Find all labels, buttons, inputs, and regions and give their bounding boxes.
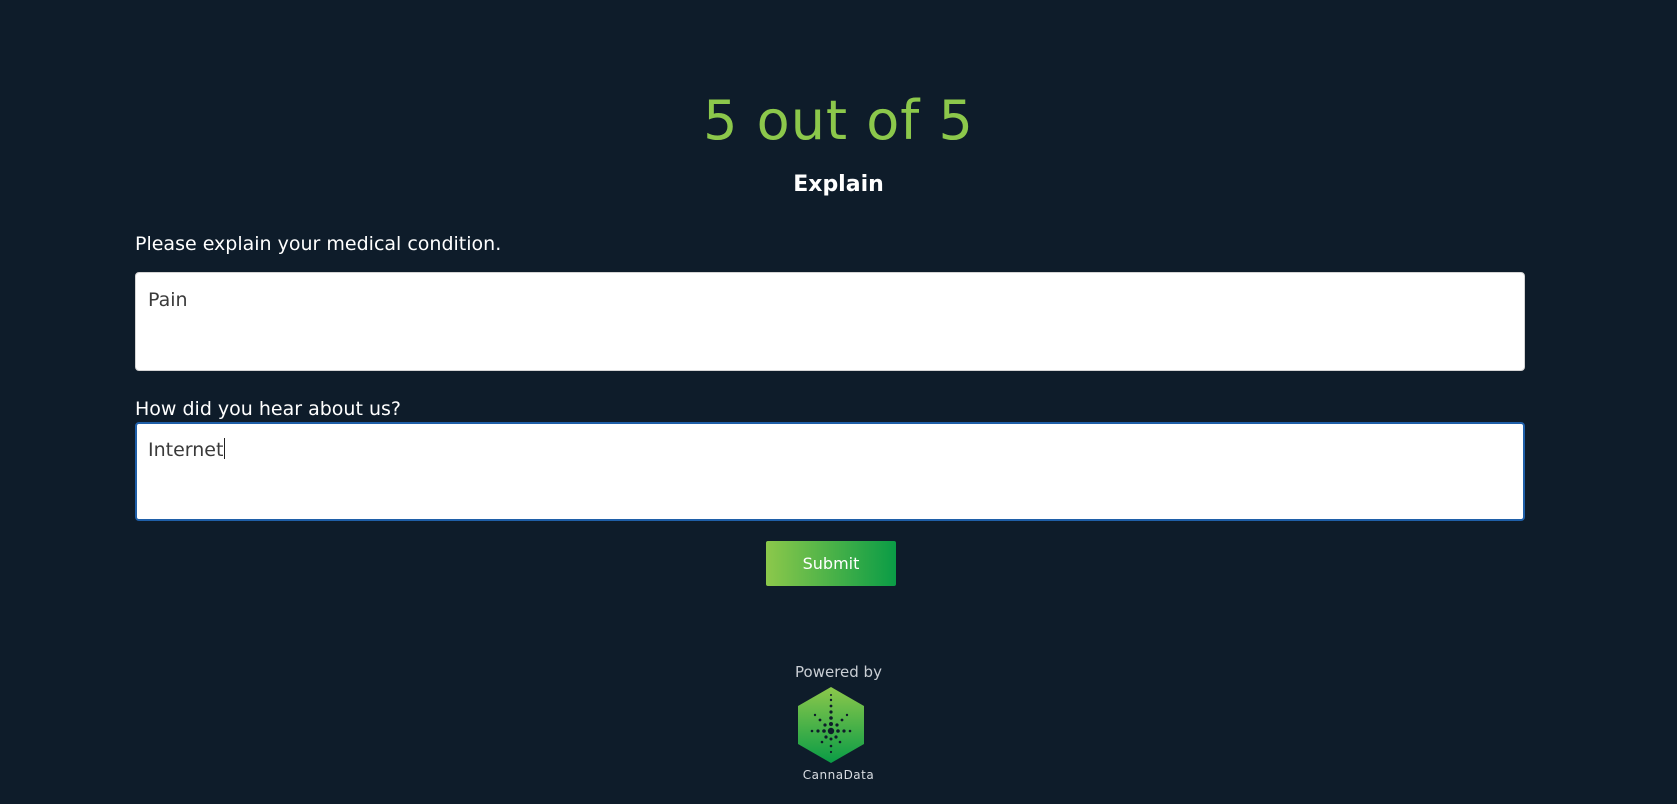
- cannadata-logo-icon: [798, 687, 864, 763]
- condition-textarea[interactable]: Pain: [135, 272, 1525, 371]
- submit-button[interactable]: Submit: [766, 541, 896, 586]
- section-title: Explain: [793, 172, 884, 197]
- referral-label: How did you hear about us?: [135, 398, 401, 420]
- survey-page: 5 out of 5 Explain Please explain your m…: [0, 0, 1677, 804]
- condition-value: Pain: [148, 289, 188, 311]
- brand-name: CannaData: [802, 768, 875, 782]
- text-cursor: [224, 438, 226, 459]
- step-progress: 5 out of 5: [703, 89, 974, 152]
- referral-value: Internet: [148, 439, 224, 461]
- referral-textarea[interactable]: Internet: [135, 422, 1525, 521]
- powered-by-text: Powered by: [795, 663, 882, 681]
- condition-label: Please explain your medical condition.: [135, 233, 502, 255]
